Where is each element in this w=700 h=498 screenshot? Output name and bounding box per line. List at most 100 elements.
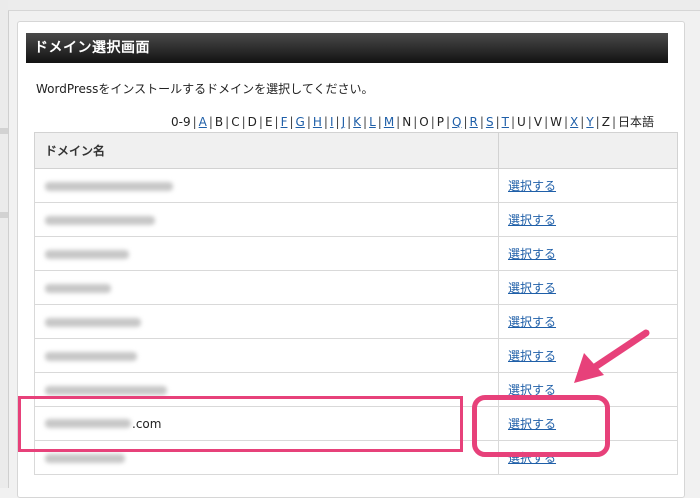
action-cell: 選択する — [498, 338, 678, 373]
action-cell: 選択する — [498, 406, 678, 441]
blurred-domain-name — [45, 215, 155, 225]
blurred-domain-name — [45, 181, 173, 191]
alpha-separator: | — [347, 115, 352, 129]
top-frame-edge — [8, 0, 700, 11]
alpha-filter-link[interactable]: M — [384, 115, 394, 129]
alpha-separator: | — [580, 115, 585, 129]
domain-select-panel: ドメイン選択画面 WordPressをインストールするドメインを選択してください… — [17, 21, 685, 498]
alpha-separator: | — [289, 115, 294, 129]
action-cell: 選択する — [498, 440, 678, 475]
select-domain-link[interactable]: 選択する — [508, 349, 556, 363]
table-header-row: ドメイン名 — [34, 132, 678, 169]
alpha-separator: | — [446, 115, 451, 129]
domain-cell — [34, 202, 499, 237]
action-cell: 選択する — [498, 304, 678, 339]
alpha-filter-link[interactable]: H — [313, 115, 322, 129]
action-cell: 選択する — [498, 372, 678, 407]
alpha-filter-link[interactable]: R — [470, 115, 478, 129]
alpha-filter-link[interactable]: T — [502, 115, 509, 129]
alpha-filter-label: Z — [601, 115, 610, 129]
alpha-filter-link[interactable]: K — [353, 115, 361, 129]
domain-cell — [34, 372, 499, 407]
alpha-filter-label: E — [264, 115, 273, 129]
instruction-text: WordPressをインストールするドメインを選択してください。 — [36, 82, 374, 96]
alpha-filter-link[interactable]: J — [342, 115, 346, 129]
select-domain-link[interactable]: 選択する — [508, 213, 556, 227]
alpha-separator: | — [274, 115, 279, 129]
blurred-domain-name — [45, 419, 131, 429]
alpha-separator: | — [363, 115, 368, 129]
alpha-separator: | — [306, 115, 311, 129]
table-row: 選択する — [34, 338, 678, 373]
alpha-separator: | — [595, 115, 600, 129]
select-domain-link[interactable]: 選択する — [508, 281, 556, 295]
alpha-filter-link[interactable]: G — [296, 115, 305, 129]
action-cell: 選択する — [498, 202, 678, 237]
alpha-filter-link[interactable]: X — [570, 115, 578, 129]
domain-cell — [34, 338, 499, 373]
alpha-separator: | — [463, 115, 468, 129]
table-row: .com 選択する — [34, 406, 678, 441]
domain-cell — [34, 270, 499, 305]
select-domain-link[interactable]: 選択する — [508, 383, 556, 397]
panel-title: ドメイン選択画面 — [26, 33, 668, 63]
domain-cell — [34, 304, 499, 339]
alpha-filter-link[interactable]: S — [486, 115, 494, 129]
select-domain-link[interactable]: 選択する — [508, 247, 556, 261]
alpha-separator: | — [323, 115, 328, 129]
select-domain-link[interactable]: 選択する — [508, 417, 556, 431]
domain-cell — [34, 236, 499, 271]
alpha-separator: | — [258, 115, 263, 129]
action-cell: 選択する — [498, 236, 678, 271]
alpha-filter-label: V — [533, 115, 543, 129]
blurred-domain-name — [45, 317, 141, 327]
action-header — [498, 132, 678, 169]
alpha-filter-link[interactable]: L — [369, 115, 376, 129]
alpha-separator: | — [544, 115, 549, 129]
alpha-separator: | — [527, 115, 532, 129]
alpha-filter-link[interactable]: Y — [586, 115, 593, 129]
table-row: 選択する — [34, 270, 678, 305]
blurred-domain-name — [45, 283, 111, 293]
alpha-filter-label: 日本語 — [617, 115, 654, 129]
left-frame-notch — [0, 128, 8, 134]
alpha-filter-link[interactable]: Q — [452, 115, 461, 129]
alpha-separator: | — [413, 115, 418, 129]
alpha-filter-link[interactable]: F — [281, 115, 288, 129]
select-domain-link[interactable]: 選択する — [508, 315, 556, 329]
alpha-filter-label: W — [550, 115, 562, 129]
alpha-separator: | — [563, 115, 569, 129]
table-row: 選択する — [34, 236, 678, 271]
domain-name-header: ドメイン名 — [34, 132, 499, 169]
select-domain-link[interactable]: 選択する — [508, 451, 556, 465]
alpha-separator: | — [479, 115, 484, 129]
alpha-separator: | — [208, 115, 213, 129]
alpha-filter-label: 0-9 — [171, 115, 191, 129]
alpha-separator: | — [495, 115, 500, 129]
alpha-separator: | — [192, 115, 197, 129]
blurred-domain-name — [45, 351, 137, 361]
domain-cell: .com — [34, 406, 499, 441]
table-row: 選択する — [34, 440, 678, 475]
alpha-separator: | — [335, 115, 340, 129]
blurred-domain-name — [45, 453, 125, 463]
table-row: 選択する — [34, 304, 678, 339]
domain-table: ドメイン名 選択する 選択する 選択する 選択する 選択する 選択する 選択する .com 選択… — [34, 132, 678, 475]
alpha-filter-link[interactable]: I — [330, 115, 334, 129]
left-frame-edge — [0, 0, 9, 488]
alpha-separator: | — [611, 115, 616, 129]
alpha-filter-label: B — [214, 115, 224, 129]
alpha-separator: | — [377, 115, 382, 129]
alpha-filter-link[interactable]: A — [199, 115, 207, 129]
table-row: 選択する — [34, 168, 678, 203]
alpha-filter-label: N — [402, 115, 412, 129]
table-row: 選択する — [34, 372, 678, 407]
action-cell: 選択する — [498, 270, 678, 305]
alpha-filter-label: D — [247, 115, 257, 129]
domain-cell — [34, 168, 499, 203]
alpha-separator: | — [225, 115, 230, 129]
select-domain-link[interactable]: 選択する — [508, 179, 556, 193]
alpha-separator: | — [396, 115, 401, 129]
alpha-separator: | — [241, 115, 246, 129]
alpha-filter-label: C — [231, 115, 240, 129]
